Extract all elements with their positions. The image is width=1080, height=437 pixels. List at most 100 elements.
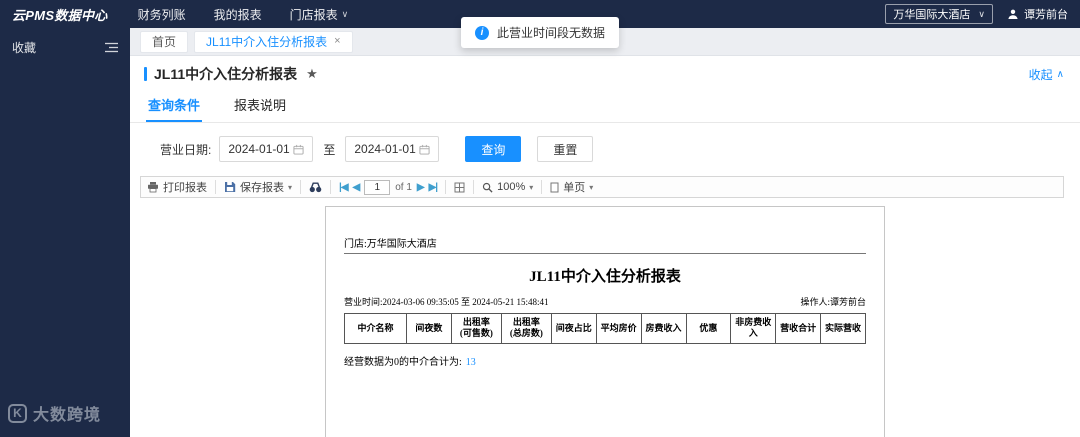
date-from-value: 2024-01-01 <box>228 142 290 156</box>
grid-view-icon <box>454 182 465 192</box>
calendar-icon <box>293 144 304 155</box>
page-mode-control[interactable]: 单页 ▾ <box>550 179 593 195</box>
sidebar-header: 收藏 <box>0 28 130 67</box>
user-menu[interactable]: 谭芳前台 <box>1007 6 1068 22</box>
nav-item-my-reports[interactable]: 我的报表 <box>214 6 262 23</box>
toast-text: 此营业时间段无数据 <box>496 26 606 40</box>
report-canvas: 门店:万华国际大酒店 JL11中介入住分析报表 营业时间:2024-03-06 … <box>130 198 1080 437</box>
page-mode-value: 单页 <box>563 182 586 194</box>
date-to-input[interactable]: 2024-01-01 <box>345 136 440 162</box>
favorite-star-icon[interactable]: ★ <box>306 66 318 82</box>
chevron-down-icon: ∨ <box>978 8 985 19</box>
hotel-selector[interactable]: 万华国际大酒店 ∨ <box>885 4 993 24</box>
user-name: 谭芳前台 <box>1024 9 1068 21</box>
toolbar-separator <box>330 180 332 194</box>
prev-page-button[interactable]: ◀ <box>353 182 361 193</box>
column-header: 非房费收入 <box>730 313 777 344</box>
zoom-control[interactable]: 100% ▾ <box>482 181 533 193</box>
reset-button[interactable]: 重置 <box>537 136 594 162</box>
nav-item-store-reports-label: 门店报表 <box>289 7 338 22</box>
report-store-line: 门店:万华国际大酒店 <box>344 235 866 254</box>
single-page-icon <box>550 182 559 193</box>
top-menu: 财务列账 我的报表 门店报表 ∨ <box>138 6 349 23</box>
collapse-label: 收起 <box>1028 67 1053 82</box>
close-icon[interactable]: × <box>334 36 340 47</box>
nav-item-store-reports[interactable]: 门店报表 ∨ <box>290 6 349 23</box>
print-report-label: 打印报表 <box>163 182 207 194</box>
report-summary-line: 经营数据为0的中介合计为: 13 <box>344 353 866 368</box>
report-panel: JL11中介入住分析报表 ★ 收起 ∧ 查询条件 报表说明 营业日期: 2024… <box>130 56 1080 437</box>
toolbar-separator <box>300 180 302 194</box>
watermark-text: 大数跨境 <box>33 407 102 424</box>
last-page-button[interactable]: ▶| <box>429 182 438 193</box>
summary-value-link[interactable]: 13 <box>466 357 476 368</box>
caret-down-icon: ▾ <box>288 182 293 192</box>
report-meta-row: 营业时间:2024-03-06 09:35:05 至 2024-05-21 15… <box>344 295 866 308</box>
tab-home[interactable]: 首页 <box>140 30 189 53</box>
toolbar-separator <box>445 180 447 194</box>
chevron-down-icon: ∨ <box>341 8 349 19</box>
caret-down-icon: ▾ <box>529 182 534 192</box>
user-icon <box>1007 8 1019 20</box>
column-header: 间夜数 <box>406 313 452 344</box>
save-icon <box>224 181 236 193</box>
report-viewer-toolbar: 打印报表 保存报表 ▾ |◀ ◀ 1 of 1 ▶ ▶| 100% ▾ 单页 ▾ <box>140 176 1064 198</box>
save-report-label: 保存报表 <box>240 182 284 194</box>
sidebar: 收藏 K 大数跨境 <box>0 28 130 437</box>
column-header: 中介名称 <box>344 313 407 344</box>
column-header: 房费收入 <box>640 313 687 344</box>
tab-report-description[interactable]: 报表说明 <box>232 88 288 122</box>
page-number-input[interactable] <box>364 179 391 195</box>
column-header: 实际营收 <box>820 313 866 344</box>
report-page: 门店:万华国际大酒店 JL11中介入住分析报表 营业时间:2024-03-06 … <box>325 206 885 437</box>
tab-report-active[interactable]: JL11中介入住分析报表 × <box>194 30 353 53</box>
calendar-icon <box>419 144 430 155</box>
report-table: 中介名称 间夜数 出租率 (可售数) 出租率 (总房数) 间夜占比 平均房价 房… <box>344 313 866 344</box>
zoom-value: 100% <box>497 181 526 193</box>
column-header: 间夜占比 <box>550 313 597 344</box>
main-content: 首页 JL11中介入住分析报表 × JL11中介入住分析报表 ★ 收起 ∧ 查询… <box>130 28 1080 437</box>
toolbar-separator <box>541 180 543 194</box>
query-form: 营业日期: 2024-01-01 至 2024-01-01 查询 重置 <box>130 123 1080 173</box>
report-operator: 操作人:谭芳前台 <box>800 297 866 307</box>
report-business-time: 营业时间:2024-03-06 09:35:05 至 2024-05-21 15… <box>344 297 549 307</box>
column-header: 营收合计 <box>775 313 822 344</box>
query-button[interactable]: 查询 <box>465 136 522 162</box>
column-header: 出租率 (可售数) <box>450 313 502 344</box>
column-header: 优惠 <box>685 313 732 344</box>
tab-home-label: 首页 <box>152 35 177 49</box>
report-title: JL11中介入住分析报表 <box>529 269 681 285</box>
print-report-button[interactable]: 打印报表 <box>147 179 207 195</box>
date-to-separator: 至 <box>323 142 336 157</box>
save-report-button[interactable]: 保存报表 ▾ <box>224 179 292 195</box>
nav-item-finance[interactable]: 财务列账 <box>138 6 186 23</box>
page-title: JL11中介入住分析报表 <box>154 66 298 82</box>
magnifier-icon <box>482 182 493 193</box>
printer-icon <box>147 181 159 193</box>
chevron-up-icon: ∧ <box>1056 68 1064 80</box>
date-from-input[interactable]: 2024-01-01 <box>219 136 314 162</box>
watermark-logo-icon: K <box>8 403 27 423</box>
next-page-button[interactable]: ▶ <box>417 182 425 193</box>
collapse-sidebar-icon[interactable] <box>105 42 118 53</box>
business-date-label: 营业日期: <box>160 142 212 157</box>
first-page-button[interactable]: |◀ <box>339 182 348 193</box>
collapse-panel-button[interactable]: 收起 ∧ <box>1029 66 1064 83</box>
view-mode-button[interactable] <box>454 182 465 193</box>
column-header: 出租率 (总房数) <box>500 313 552 344</box>
favorites-label: 收藏 <box>12 41 37 55</box>
watermark: K 大数跨境 <box>8 401 101 425</box>
toast-message: i 此营业时间段无数据 <box>460 17 620 48</box>
page-title-row: JL11中介入住分析报表 ★ 收起 ∧ <box>130 56 1080 86</box>
tab-query-conditions[interactable]: 查询条件 <box>146 88 203 122</box>
caret-down-icon: ▾ <box>589 182 594 192</box>
main-layout: 收藏 K 大数跨境 首页 JL11中介入住分析报表 × JL11中介入住分析报表… <box>0 28 1080 437</box>
app-logo: 云PMS数据中心 <box>12 7 108 23</box>
page-count-label: of 1 <box>395 181 412 193</box>
binoculars-icon <box>309 182 322 193</box>
toolbar-separator <box>473 180 475 194</box>
hotel-selector-value: 万华国际大酒店 <box>893 9 971 21</box>
tab-report-label: JL11中介入住分析报表 <box>206 35 328 49</box>
title-accent-bar <box>144 67 147 81</box>
find-button[interactable] <box>309 182 322 193</box>
